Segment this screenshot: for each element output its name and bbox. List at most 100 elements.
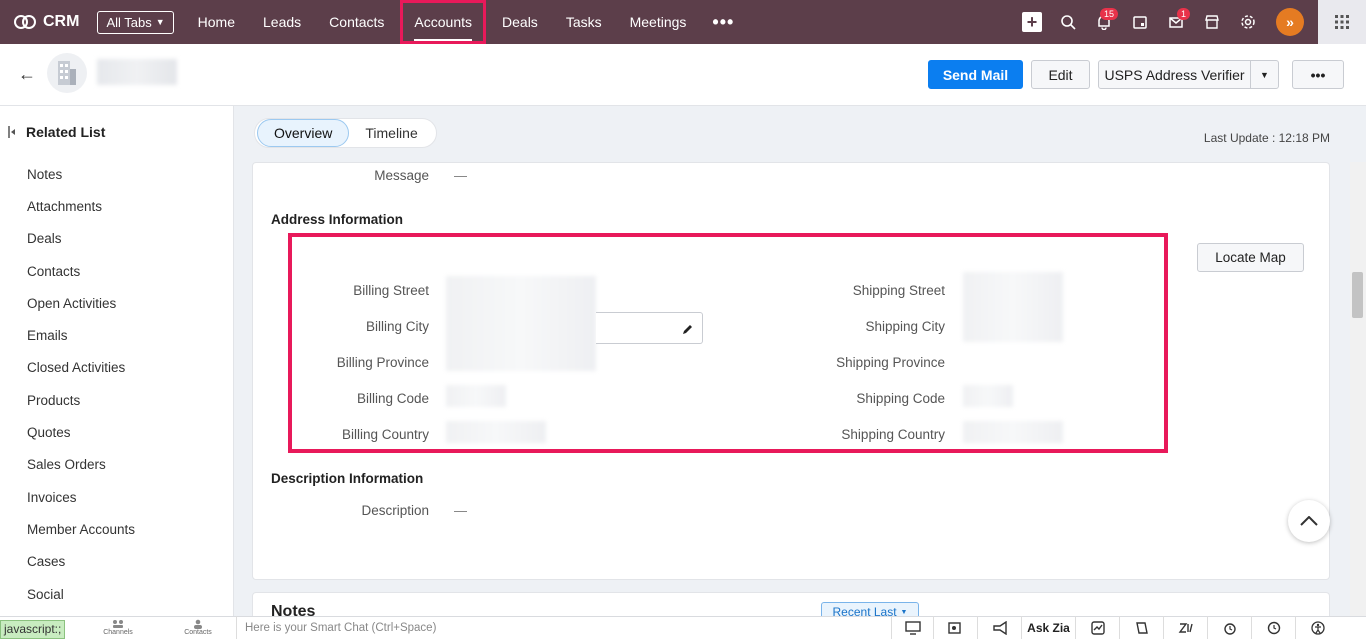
- usps-dropdown-button[interactable]: ▼: [1250, 60, 1279, 89]
- tab-meetings[interactable]: Meetings: [616, 0, 701, 44]
- collapse-left-icon: [8, 126, 15, 138]
- browser-status-text: javascript:;: [0, 620, 66, 639]
- calendar-icon: [1133, 16, 1147, 29]
- signals-button[interactable]: [1119, 616, 1163, 639]
- sidebar-item-deals[interactable]: Deals: [27, 223, 135, 255]
- signal-icon: [1135, 621, 1148, 634]
- marketplace-button[interactable]: [1194, 0, 1230, 44]
- last-update-text: Last Update : 12:18 PM: [1203, 131, 1330, 145]
- view-tabs: Overview Timeline: [254, 118, 437, 148]
- sidebar-item-notes[interactable]: Notes: [27, 158, 135, 190]
- sidebar-item-sales-orders[interactable]: Sales Orders: [27, 449, 135, 481]
- monitor-icon: [904, 620, 921, 635]
- quick-create-button[interactable]: +: [1014, 0, 1050, 44]
- history-button[interactable]: [1251, 616, 1295, 639]
- sidebar-item-quotes[interactable]: Quotes: [27, 416, 135, 448]
- scrollbar-thumb[interactable]: [1352, 272, 1363, 318]
- more-tabs-button[interactable]: •••: [700, 12, 746, 33]
- sidebar-item-emails[interactable]: Emails: [27, 319, 135, 351]
- billing-country-redacted: [446, 421, 546, 443]
- smart-chat-input[interactable]: Here is your Smart Chat (Ctrl+Space): [236, 616, 891, 639]
- tab-contacts[interactable]: Contacts: [315, 0, 398, 44]
- send-mail-button[interactable]: Send Mail: [928, 60, 1023, 89]
- user-avatar[interactable]: »: [1276, 8, 1304, 36]
- scroll-to-top-button[interactable]: [1288, 500, 1330, 542]
- video-button[interactable]: [933, 616, 977, 639]
- notification-count-badge: 15: [1099, 8, 1118, 20]
- settings-button[interactable]: [1230, 0, 1266, 44]
- notifications-button[interactable]: 15: [1086, 0, 1122, 44]
- megaphone-icon: [992, 620, 1007, 635]
- apps-grid-button[interactable]: [1318, 0, 1366, 44]
- caret-down-icon: ▼: [900, 608, 908, 616]
- sidebar-item-invoices[interactable]: Invoices: [27, 481, 135, 513]
- search-icon: [1061, 15, 1076, 30]
- store-icon: [1205, 15, 1219, 29]
- billing-values-redacted: [446, 276, 596, 371]
- announcement-button[interactable]: [977, 616, 1021, 639]
- related-list-title: Related List: [26, 124, 106, 140]
- activity-button[interactable]: [1075, 616, 1119, 639]
- channels-icon: [113, 620, 123, 628]
- top-right-actions: + 15 1 »: [1014, 0, 1366, 44]
- app-name: CRM: [43, 13, 80, 30]
- address-highlight-box: [288, 233, 1168, 453]
- sidebar-item-open-activities[interactable]: Open Activities: [27, 287, 135, 319]
- tab-overview[interactable]: Overview: [257, 119, 350, 147]
- calendar-button[interactable]: [1122, 0, 1158, 44]
- all-tabs-dropdown[interactable]: All Tabs ▼: [97, 10, 174, 34]
- search-button[interactable]: [1050, 0, 1086, 44]
- account-building-icon: [47, 53, 87, 93]
- shipping-province-label: Shipping Province: [836, 355, 945, 370]
- contacts-chat-button[interactable]: Contacts: [178, 616, 218, 639]
- related-list-header[interactable]: Related List: [8, 124, 105, 140]
- alarm-button[interactable]: [1207, 616, 1251, 639]
- related-list-items: Notes Attachments Deals Contacts Open Ac…: [27, 158, 135, 610]
- chart-icon: [1090, 620, 1105, 635]
- caret-down-icon: ▼: [1260, 69, 1269, 80]
- sidebar-item-attachments[interactable]: Attachments: [27, 190, 135, 222]
- tab-accounts[interactable]: Accounts: [400, 0, 487, 44]
- zia-assistant-button[interactable]: [1163, 616, 1207, 639]
- mail-count-badge: 1: [1176, 8, 1190, 20]
- mail-button[interactable]: 1: [1158, 0, 1194, 44]
- sidebar-item-closed-activities[interactable]: Closed Activities: [27, 352, 135, 384]
- description-value: —: [454, 503, 467, 518]
- sidebar-item-member-accounts[interactable]: Member Accounts: [27, 513, 135, 545]
- tab-timeline[interactable]: Timeline: [349, 120, 433, 146]
- sidebar-item-cases[interactable]: Cases: [27, 546, 135, 578]
- sidebar-item-products[interactable]: Products: [27, 384, 135, 416]
- sidebar-item-social[interactable]: Social: [27, 578, 135, 610]
- top-navbar: CRM All Tabs ▼ Home Leads Contacts Accou…: [0, 0, 1366, 44]
- plus-icon: +: [1022, 12, 1042, 32]
- sidebar-item-contacts[interactable]: Contacts: [27, 255, 135, 287]
- billing-province-label: Billing Province: [336, 355, 429, 370]
- edit-button[interactable]: Edit: [1031, 60, 1090, 89]
- tab-leads[interactable]: Leads: [249, 0, 315, 44]
- related-list-sidebar: Related List Notes Attachments Deals Con…: [0, 106, 234, 616]
- locate-map-button[interactable]: Locate Map: [1197, 243, 1304, 272]
- usps-address-verifier-button[interactable]: USPS Address Verifier: [1098, 60, 1251, 89]
- video-icon: [947, 621, 961, 634]
- ask-zia-button[interactable]: Ask Zia: [1021, 616, 1075, 639]
- crm-logo[interactable]: CRM: [14, 13, 79, 31]
- back-arrow-icon[interactable]: ←: [18, 64, 36, 85]
- tab-home[interactable]: Home: [184, 0, 249, 44]
- person-icon: [194, 619, 202, 629]
- more-actions-button[interactable]: •••: [1292, 60, 1344, 89]
- accessibility-button[interactable]: [1295, 616, 1339, 639]
- pencil-icon[interactable]: [682, 323, 694, 335]
- record-header: ← Send Mail Edit USPS Address Verifier ▼…: [0, 44, 1366, 106]
- grid-icon: [1335, 15, 1349, 29]
- billing-code-redacted: [446, 385, 506, 407]
- billing-city-edit-field[interactable]: [596, 312, 703, 344]
- screen-share-button[interactable]: [891, 616, 933, 639]
- vertical-scrollbar[interactable]: [1350, 162, 1366, 616]
- description-label: Description: [361, 503, 429, 518]
- tab-tasks[interactable]: Tasks: [552, 0, 616, 44]
- channels-button[interactable]: Channels: [98, 616, 138, 639]
- tab-deals[interactable]: Deals: [488, 0, 552, 44]
- description-information-title: Description Information: [271, 471, 424, 486]
- account-name-redacted: [97, 59, 177, 85]
- contacts-chat-label: Contacts: [184, 629, 212, 636]
